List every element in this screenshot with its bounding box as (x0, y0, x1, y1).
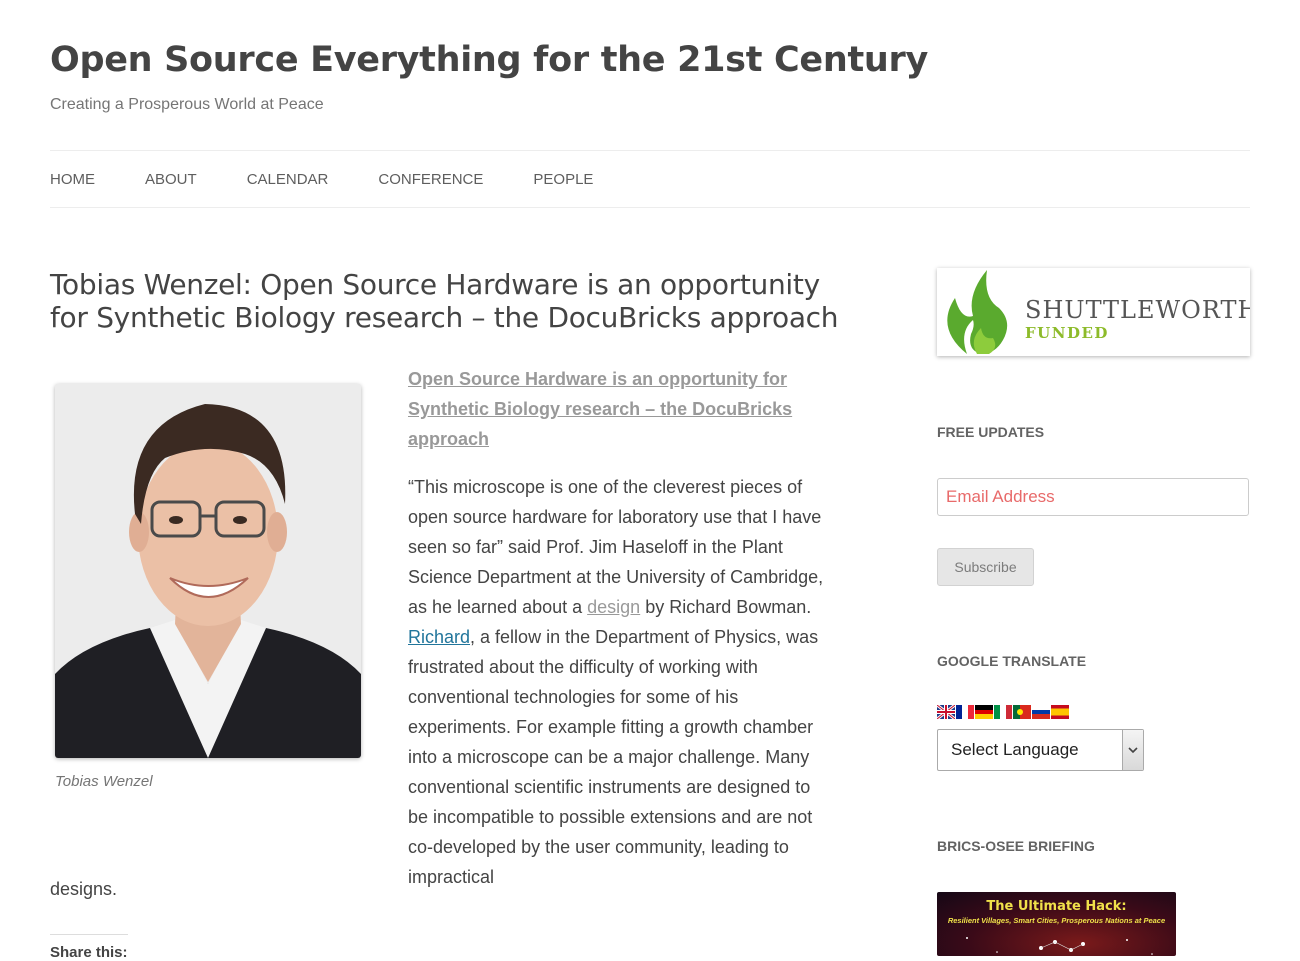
email-field[interactable] (937, 478, 1249, 516)
body-text-mid: by Richard Bowman. (640, 597, 812, 617)
france-flag-icon[interactable] (956, 705, 974, 719)
body-text-tail: designs. (50, 879, 118, 899)
post-title: Tobias Wenzel: Open Source Hardware is a… (50, 268, 839, 334)
nav-item-people[interactable]: PEOPLE (533, 171, 593, 188)
site-tagline: Creating a Prosperous World at Peace (50, 96, 324, 113)
body-text-start: “This microscope is one of the cleverest… (408, 477, 824, 617)
book-subtitle: Resilient Villages, Smart Cities, Prospe… (947, 916, 1166, 925)
russia-flag-icon[interactable] (1032, 705, 1050, 719)
banner-sub: FUNDED (1025, 324, 1109, 342)
language-select[interactable]: Select Language (937, 729, 1144, 771)
body-paragraph: “This microscope is one of the cleverest… (408, 472, 833, 892)
nav-item-conference[interactable]: CONFERENCE (378, 171, 483, 188)
free-updates-title: FREE UPDATES (937, 424, 1045, 440)
design-link[interactable]: design (587, 597, 640, 617)
stars-decoration-icon (966, 937, 1153, 955)
share-divider (50, 934, 128, 935)
book-cover-image[interactable]: The Ultimate Hack: Resilient Villages, S… (937, 892, 1176, 956)
language-flags (937, 705, 1069, 719)
shuttleworth-funded-banner[interactable]: SHUTTLEWORTH FUNDED (937, 268, 1250, 356)
nav-item-home[interactable]: HOME (50, 171, 95, 188)
article-source-link[interactable]: Open Source Hardware is an opportunity f… (408, 369, 792, 449)
nav-item-calendar[interactable]: CALENDAR (247, 171, 329, 188)
uk-flag-icon[interactable] (937, 705, 955, 719)
language-select-value: Select Language (951, 740, 1079, 759)
chevron-down-icon[interactable] (1122, 730, 1143, 770)
banner-name: SHUTTLEWORTH (1025, 296, 1250, 324)
post-content: Open Source Hardware is an opportunity f… (408, 364, 833, 910)
main-navigation: HOME ABOUT CALENDAR CONFERENCE PEOPLE (50, 150, 1250, 208)
book-title: The Ultimate Hack: (986, 899, 1127, 914)
lead-paragraph: Open Source Hardware is an opportunity f… (408, 364, 833, 454)
germany-flag-icon[interactable] (975, 705, 993, 719)
nav-item-about[interactable]: ABOUT (145, 171, 197, 188)
portugal-flag-icon[interactable] (1013, 705, 1031, 719)
author-photo (55, 384, 361, 758)
portrait-image (55, 384, 361, 758)
spain-flag-icon[interactable] (1051, 705, 1069, 719)
body-text-end: , a fellow in the Department of Physics,… (408, 627, 819, 887)
share-heading: Share this: (50, 944, 128, 961)
site-title[interactable]: Open Source Everything for the 21st Cent… (50, 40, 928, 80)
image-caption: Tobias Wenzel (55, 773, 153, 790)
google-translate-title: GOOGLE TRANSLATE (937, 653, 1087, 669)
subscribe-button[interactable]: Subscribe (937, 548, 1034, 586)
richard-link[interactable]: Richard (408, 627, 470, 647)
italy-flag-icon[interactable] (994, 705, 1012, 719)
brics-osee-briefing-title: BRICS-OSEE BRIEFING (937, 838, 1095, 854)
